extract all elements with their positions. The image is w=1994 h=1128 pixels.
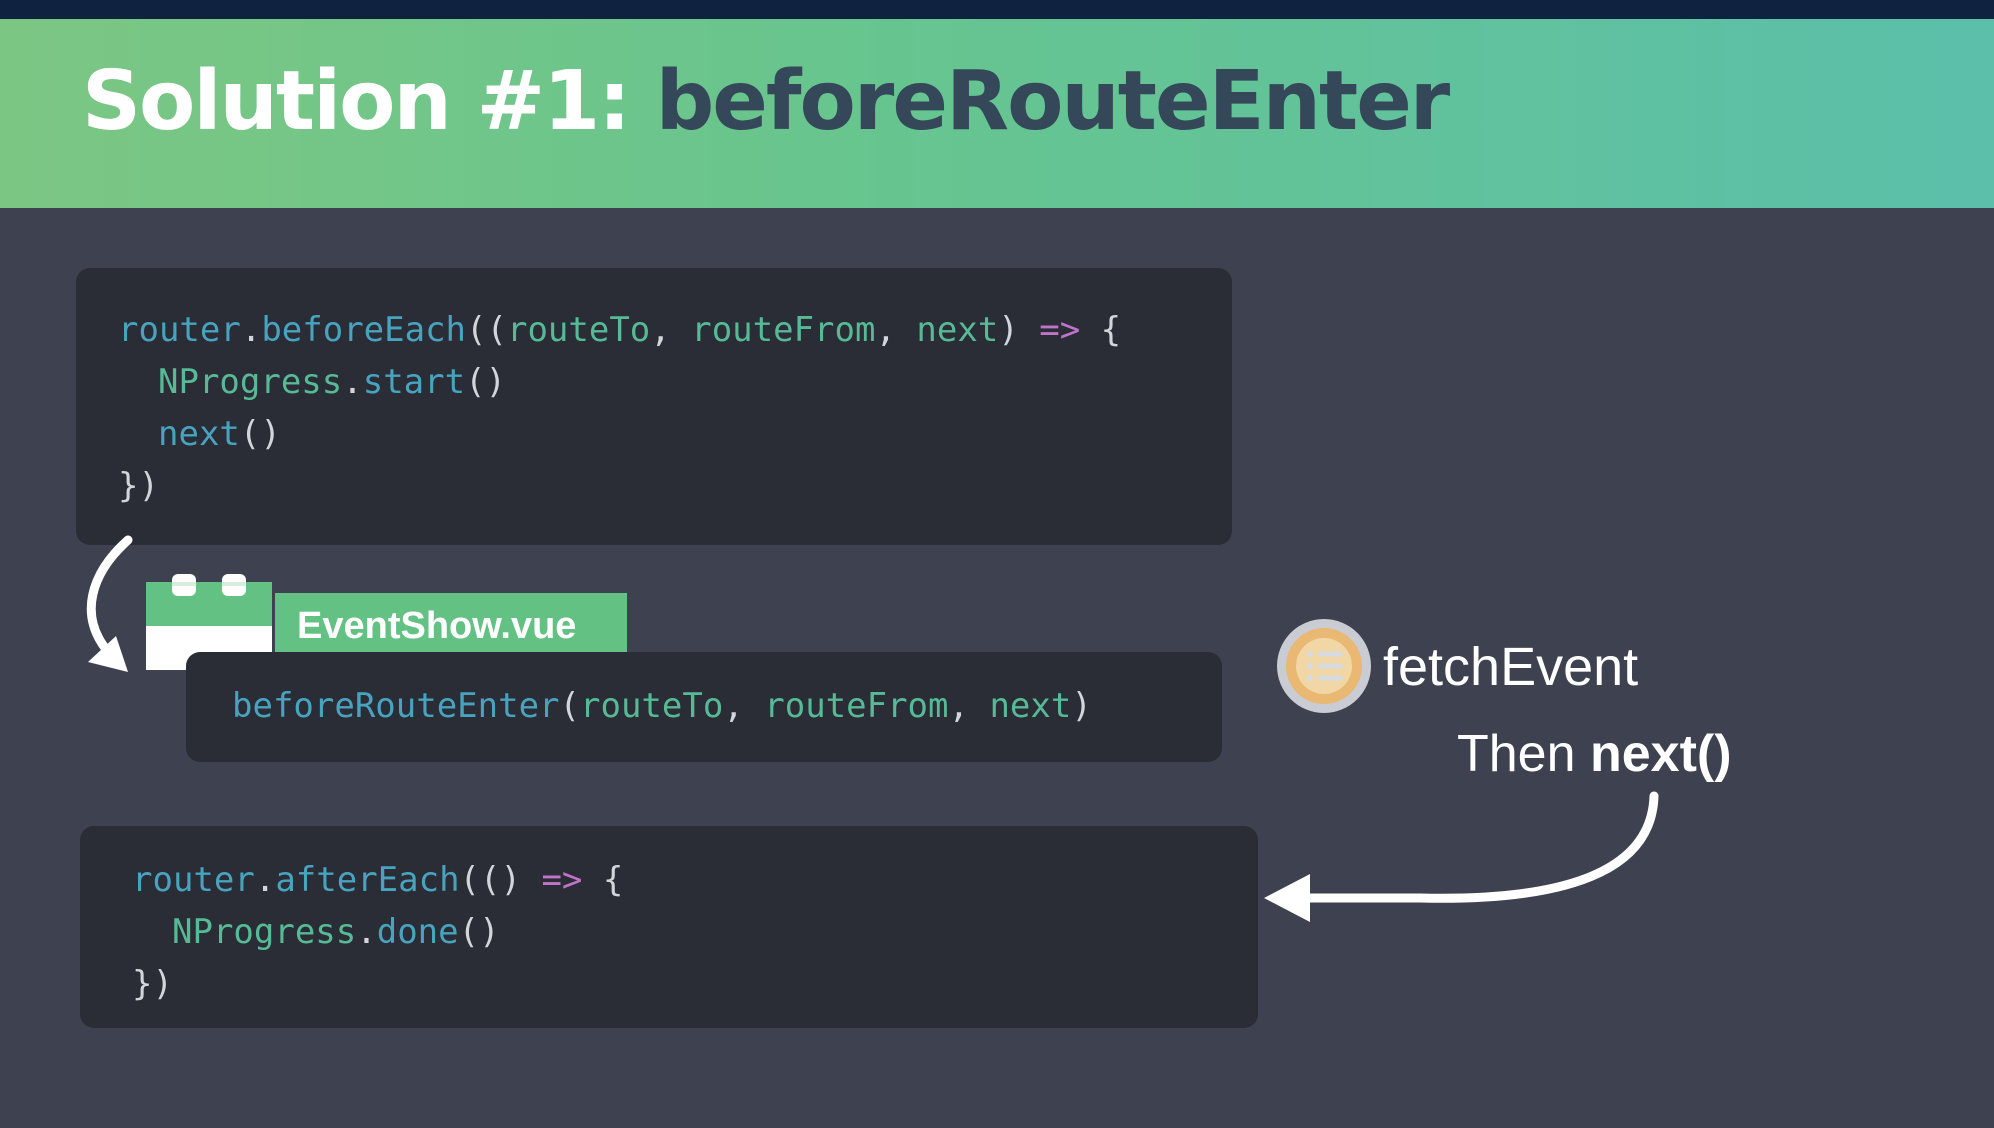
- then-prefix: Then: [1457, 725, 1590, 783]
- code-line: }): [118, 466, 159, 506]
- code-block-after-each: router.afterEach(() => { NProgress.done(…: [80, 826, 1258, 1028]
- curved-down-arrow-icon: [86, 535, 133, 672]
- then-call: next(): [1589, 725, 1732, 783]
- code-line: NProgress.done(): [172, 912, 500, 952]
- title-prefix: Solution #1:: [82, 54, 631, 149]
- code-line: NProgress.start(): [158, 362, 507, 402]
- code-line: router.afterEach(() => {: [132, 860, 624, 900]
- fetch-event-label: fetchEvent: [1383, 637, 1639, 697]
- code-line: beforeRouteEnter(routeTo, routeFrom, nex…: [232, 686, 1092, 726]
- component-file-label: EventShow.vue: [275, 593, 627, 659]
- slide-header: Solution #1: beforeRouteEnter: [0, 19, 1994, 208]
- code-line: next(): [158, 414, 281, 454]
- slide-title: Solution #1: beforeRouteEnter: [82, 61, 1450, 143]
- code-block-before-route-enter: beforeRouteEnter(routeTo, routeFrom, nex…: [186, 652, 1222, 762]
- code-block-before-each: router.beforeEach((routeTo, routeFrom, n…: [76, 268, 1232, 545]
- curved-left-arrow-icon: [1264, 791, 1659, 922]
- code-line: router.beforeEach((routeTo, routeFrom, n…: [118, 310, 1122, 350]
- title-method-name: beforeRouteEnter: [655, 54, 1451, 149]
- then-next-label: Then next(): [1457, 724, 1732, 784]
- list-document-icon: [1277, 619, 1371, 713]
- code-line: }): [132, 964, 173, 1004]
- top-bar: [0, 0, 1994, 19]
